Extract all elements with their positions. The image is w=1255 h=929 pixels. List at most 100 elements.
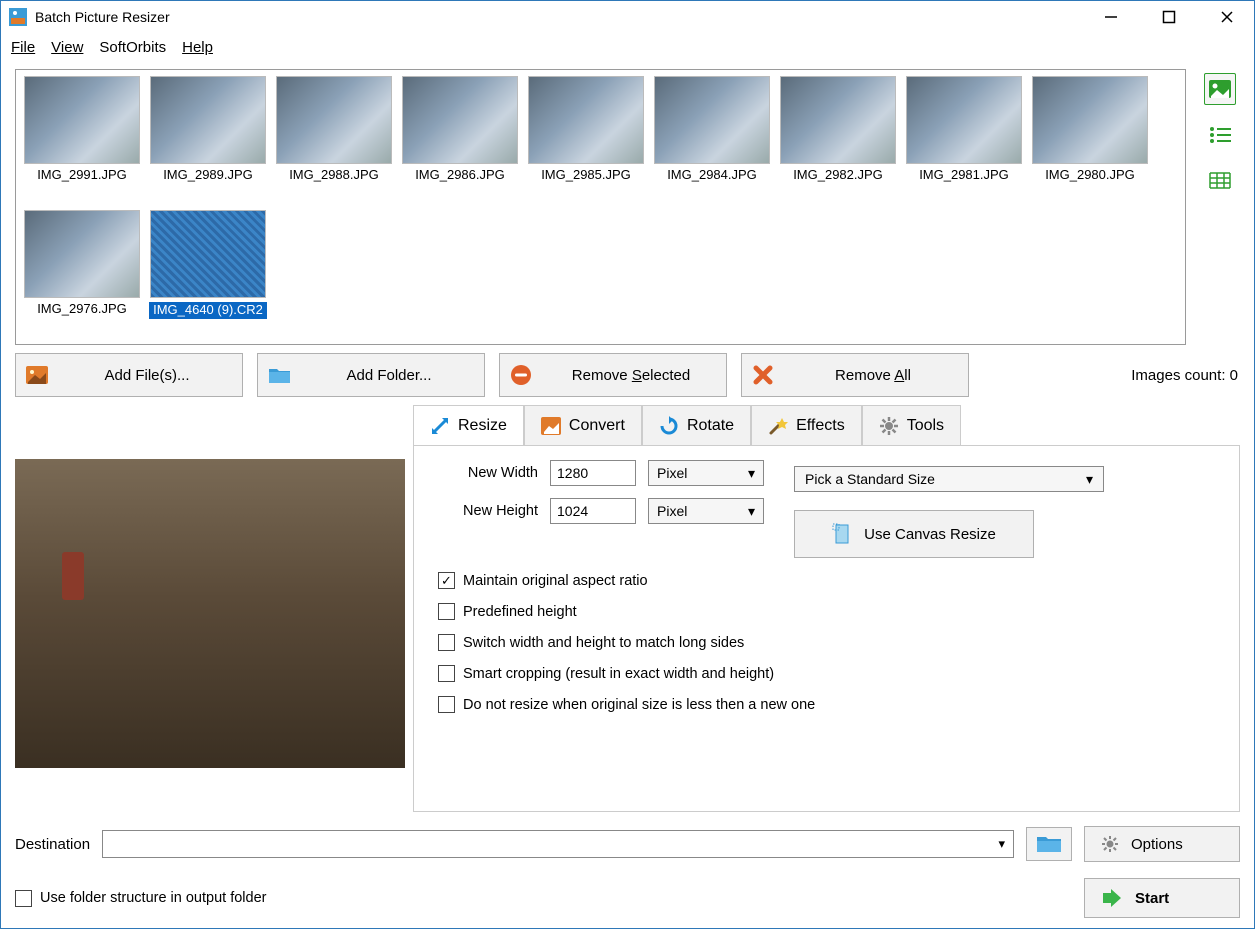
chevron-down-icon: ▾ bbox=[748, 465, 755, 482]
thumbnail[interactable]: IMG_2989.JPG bbox=[148, 76, 268, 204]
menu-help[interactable]: Help bbox=[182, 39, 213, 56]
thumbnail-image bbox=[150, 210, 266, 298]
width-unit-combo[interactable]: Pixel▾ bbox=[648, 460, 764, 486]
new-height-label: New Height bbox=[438, 503, 538, 519]
tab-effects[interactable]: Effects bbox=[751, 405, 862, 445]
thumbnail-image bbox=[24, 210, 140, 298]
destination-combo[interactable]: ▾ bbox=[102, 830, 1014, 858]
tab-convert-label: Convert bbox=[569, 417, 625, 435]
canvas-icon bbox=[832, 523, 852, 545]
options-button[interactable]: Options bbox=[1084, 826, 1240, 862]
thumbnail-label: IMG_2986.JPG bbox=[415, 168, 505, 183]
tab-resize-label: Resize bbox=[458, 417, 507, 435]
folder-icon bbox=[268, 364, 290, 386]
height-unit-combo[interactable]: Pixel▾ bbox=[648, 498, 764, 524]
chevron-down-icon: ▾ bbox=[1086, 471, 1093, 488]
cb-smart-crop[interactable] bbox=[438, 665, 455, 682]
thumbnail-label: IMG_2984.JPG bbox=[667, 168, 757, 183]
thumbnail-label: IMG_2976.JPG bbox=[37, 302, 127, 317]
standard-size-combo[interactable]: Pick a Standard Size▾ bbox=[794, 466, 1104, 492]
thumbnail[interactable]: IMG_2982.JPG bbox=[778, 76, 898, 204]
menu-softorbits[interactable]: SoftOrbits bbox=[99, 39, 166, 56]
maximize-button[interactable] bbox=[1154, 5, 1184, 29]
start-button[interactable]: Start bbox=[1084, 878, 1240, 918]
add-files-label: Add File(s)... bbox=[62, 367, 232, 384]
thumbnail[interactable]: IMG_4640 (9).CR2 bbox=[148, 210, 268, 338]
canvas-resize-label: Use Canvas Resize bbox=[864, 526, 996, 543]
image-strip[interactable]: IMG_2991.JPGIMG_2989.JPG IMG_2988.JPG IMG_… bbox=[15, 69, 1186, 345]
resize-panel: New Width Pixel▾ New Height Pixel▾ Pick … bbox=[413, 445, 1240, 812]
thumbnail-image bbox=[276, 76, 392, 164]
view-thumbnails-button[interactable] bbox=[1204, 73, 1236, 105]
thumbnail-image bbox=[24, 76, 140, 164]
thumbnail[interactable]: IMG_2980.JPG bbox=[1030, 76, 1150, 204]
menu-file[interactable]: File bbox=[11, 39, 35, 56]
use-folder-structure-label: Use folder structure in output folder bbox=[40, 890, 266, 906]
chevron-down-icon: ▾ bbox=[998, 836, 1005, 852]
new-width-label: New Width bbox=[438, 465, 538, 481]
thumbnail-label: IMG_2988.JPG bbox=[289, 168, 379, 183]
thumbnail[interactable]: IMG_2976.JPG bbox=[22, 210, 142, 338]
rotate-icon bbox=[659, 416, 679, 436]
cb-smartcrop-label: Smart cropping (result in exact width an… bbox=[463, 666, 774, 682]
resize-icon bbox=[430, 416, 450, 436]
thumbnail-image bbox=[402, 76, 518, 164]
view-details-button[interactable] bbox=[1204, 165, 1236, 197]
tab-resize[interactable]: Resize bbox=[413, 405, 524, 445]
image-icon bbox=[26, 364, 48, 386]
thumbnail-label: IMG_2980.JPG bbox=[1045, 168, 1135, 183]
chevron-down-icon: ▾ bbox=[748, 503, 755, 520]
canvas-resize-button[interactable]: Use Canvas Resize bbox=[794, 510, 1034, 558]
thumbnail-image bbox=[780, 76, 896, 164]
thumbnail-image bbox=[1032, 76, 1148, 164]
effects-icon bbox=[768, 416, 788, 436]
images-count: Images count: 0 bbox=[1131, 367, 1240, 384]
options-label: Options bbox=[1131, 836, 1183, 853]
cb-switch-wh[interactable] bbox=[438, 634, 455, 651]
tools-icon bbox=[879, 416, 899, 436]
tab-convert[interactable]: Convert bbox=[524, 405, 642, 445]
thumbnail-image bbox=[150, 76, 266, 164]
remove-selected-button[interactable]: Remove Selected bbox=[499, 353, 727, 397]
thumbnail-label: IMG_2985.JPG bbox=[541, 168, 631, 183]
app-icon bbox=[9, 8, 27, 26]
view-list-button[interactable] bbox=[1204, 119, 1236, 151]
remove-icon bbox=[510, 364, 532, 386]
thumbnail[interactable]: IMG_2981.JPG bbox=[904, 76, 1024, 204]
add-files-button[interactable]: Add File(s)... bbox=[15, 353, 243, 397]
start-label: Start bbox=[1135, 890, 1169, 907]
new-height-input[interactable] bbox=[550, 498, 636, 524]
minimize-button[interactable] bbox=[1096, 5, 1126, 29]
convert-icon bbox=[541, 416, 561, 436]
window-title: Batch Picture Resizer bbox=[35, 9, 170, 25]
thumbnail-image bbox=[654, 76, 770, 164]
menu-view[interactable]: View bbox=[51, 39, 83, 56]
thumbnail-image bbox=[906, 76, 1022, 164]
thumbnail[interactable]: IMG_2986.JPG bbox=[400, 76, 520, 204]
close-button[interactable] bbox=[1212, 5, 1242, 29]
add-folder-button[interactable]: Add Folder... bbox=[257, 353, 485, 397]
add-folder-label: Add Folder... bbox=[304, 367, 474, 384]
browse-folder-button[interactable] bbox=[1026, 827, 1072, 861]
cb-predefined-label: Predefined height bbox=[463, 604, 577, 620]
cb-maintain-aspect[interactable]: ✓ bbox=[438, 572, 455, 589]
preview-pane bbox=[15, 405, 405, 812]
cb-predefined-height[interactable] bbox=[438, 603, 455, 620]
tab-tools[interactable]: Tools bbox=[862, 405, 961, 445]
cb-do-not-resize[interactable] bbox=[438, 696, 455, 713]
remove-all-button[interactable]: Remove All bbox=[741, 353, 969, 397]
start-icon bbox=[1101, 889, 1123, 907]
cb-switch-label: Switch width and height to match long si… bbox=[463, 635, 744, 651]
thumbnail-label: IMG_4640 (9).CR2 bbox=[149, 302, 267, 319]
thumbnail-label: IMG_2981.JPG bbox=[919, 168, 1009, 183]
thumbnail[interactable]: IMG_2988.JPG bbox=[274, 76, 394, 204]
new-width-input[interactable] bbox=[550, 460, 636, 486]
thumbnail[interactable]: IMG_2991.JPG bbox=[22, 76, 142, 204]
thumbnail[interactable]: IMG_2984.JPG bbox=[652, 76, 772, 204]
destination-label: Destination bbox=[15, 836, 90, 853]
tab-rotate[interactable]: Rotate bbox=[642, 405, 751, 445]
thumbnail[interactable]: IMG_2985.JPG bbox=[526, 76, 646, 204]
remove-selected-label: Remove Selected bbox=[546, 367, 716, 384]
tab-tools-label: Tools bbox=[907, 417, 944, 435]
cb-use-folder-structure[interactable] bbox=[15, 890, 32, 907]
